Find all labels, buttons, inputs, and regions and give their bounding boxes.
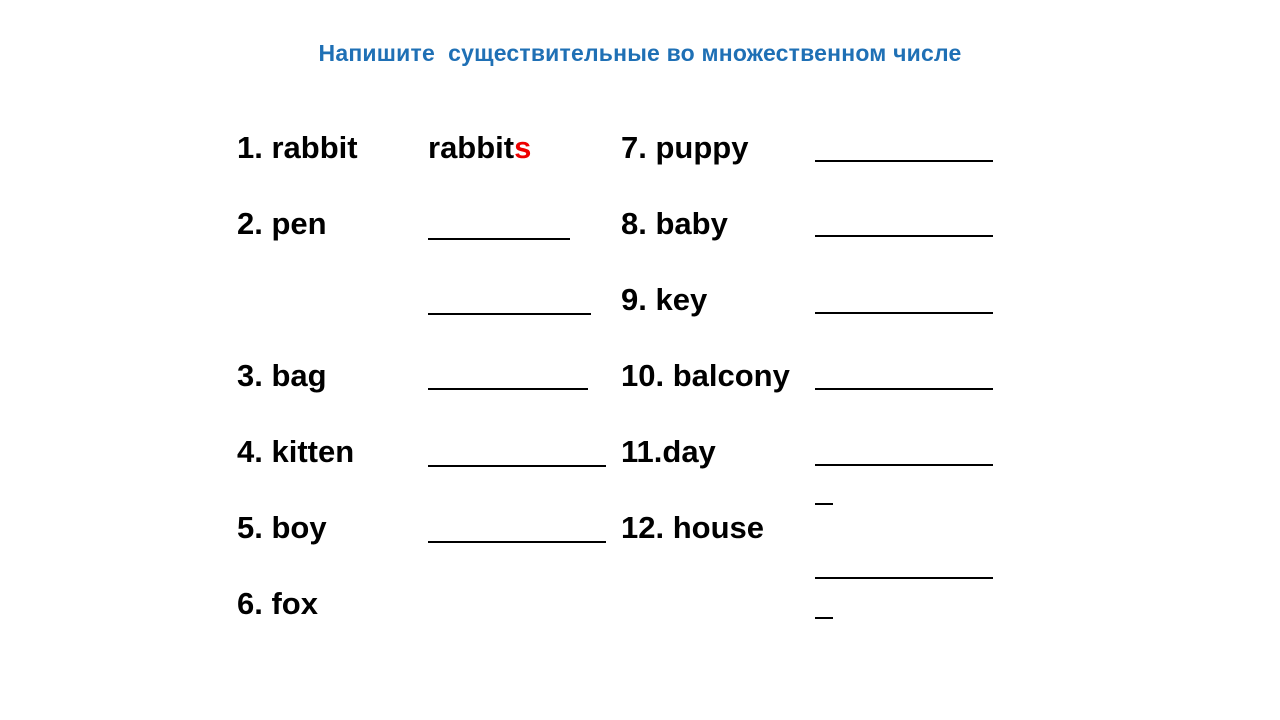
list-item-8: 8. baby — [621, 206, 728, 241]
answer-blank-7[interactable] — [815, 160, 993, 162]
answer-blank-2b[interactable] — [428, 313, 591, 315]
list-item-4: 4. kitten — [237, 434, 355, 469]
answer-blank-12[interactable] — [815, 577, 993, 579]
answer-blank-4[interactable] — [428, 465, 606, 467]
answer-blank-8[interactable] — [815, 235, 993, 237]
list-item-7: 7. puppy — [621, 130, 749, 165]
list-item-10: 10. balcony — [621, 358, 790, 393]
list-item-11: 11.day — [621, 434, 716, 469]
list-item-6: 6. fox — [237, 586, 318, 621]
answer-blank-11[interactable] — [815, 464, 993, 466]
answer-blank-5[interactable] — [428, 541, 606, 543]
list-item-9: 9. key — [621, 282, 708, 317]
list-item-3: 3. bag — [237, 358, 327, 393]
answer-1: rabbits — [428, 132, 531, 163]
page-title: Напишите существительные во множественно… — [318, 40, 962, 66]
answer-blank-9[interactable] — [815, 312, 993, 314]
slide-canvas: Напишите существительные во множественно… — [0, 0, 1280, 720]
list-item-12: 12. house — [621, 510, 764, 545]
answer-1-stem: rabbit — [428, 130, 515, 165]
list-item-5: 5. boy — [237, 510, 327, 545]
list-item-1: 1. rabbit — [237, 130, 358, 165]
answer-blank-10[interactable] — [815, 388, 993, 390]
answer-blank-3[interactable] — [428, 388, 588, 390]
answer-blank-11-wrap[interactable] — [815, 503, 833, 505]
list-item-2: 2. pen — [237, 206, 327, 241]
answer-blank-12-wrap[interactable] — [815, 617, 833, 619]
answer-1-suffix: s — [514, 130, 532, 165]
answer-blank-2[interactable] — [428, 238, 570, 240]
